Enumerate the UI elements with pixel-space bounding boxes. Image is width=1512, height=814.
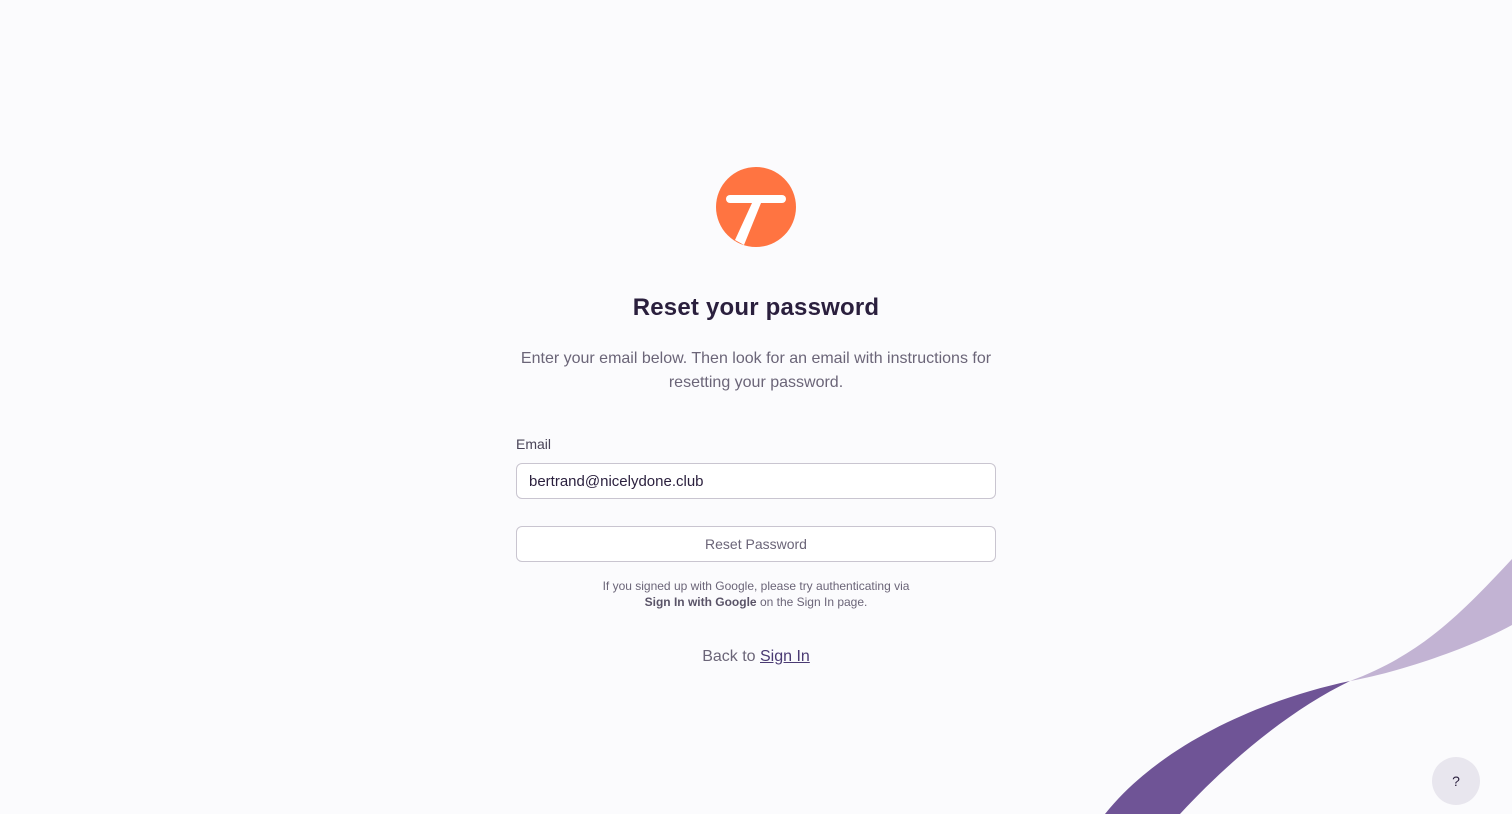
email-label: Email: [516, 436, 552, 452]
t-logo-icon: [716, 167, 796, 247]
google-note-line1: If you signed up with Google, please try…: [602, 579, 910, 593]
google-note-strong: Sign In with Google: [644, 595, 757, 609]
email-field[interactable]: [516, 463, 996, 499]
sign-in-link[interactable]: Sign In: [760, 648, 810, 665]
page-title: Reset your password: [632, 294, 880, 321]
google-signin-note: If you signed up with Google, please try…: [516, 578, 996, 610]
help-icon: ?: [1452, 773, 1460, 789]
decorative-swoosh: [1105, 559, 1512, 814]
google-note-line2: on the Sign In page.: [756, 595, 868, 609]
help-button[interactable]: ?: [1432, 757, 1480, 805]
back-to-signin-row: Back to Sign In: [0, 648, 1512, 666]
page: Reset your password Enter your email bel…: [0, 0, 1512, 814]
page-subtitle: Enter your email below. Then look for an…: [520, 350, 992, 391]
brand-logo: [716, 167, 796, 247]
reset-password-button[interactable]: Reset Password: [516, 526, 996, 562]
swoosh-dark-shape: [1105, 681, 1350, 814]
back-to-text: Back to: [702, 648, 760, 665]
